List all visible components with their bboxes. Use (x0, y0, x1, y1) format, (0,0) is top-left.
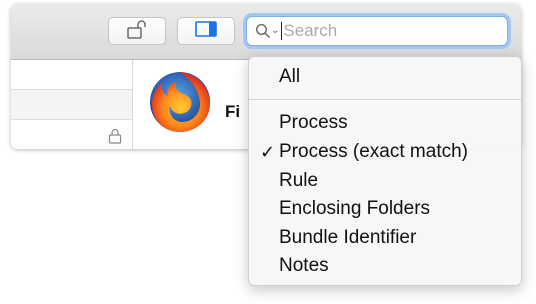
sidebar-list (11, 60, 133, 149)
menu-item-enclosing-folders[interactable]: Enclosing Folders (249, 195, 521, 223)
search-input[interactable] (283, 21, 484, 41)
sidebar-toggle-icon (194, 20, 218, 43)
search-filter-menu: All Process ✓ Process (exact match) Rule… (248, 56, 522, 286)
checkmark-icon: ✓ (260, 142, 276, 162)
lock-toggle-button[interactable] (108, 17, 166, 45)
list-item[interactable] (11, 120, 132, 149)
menu-item-label: Notes (279, 255, 329, 276)
search-icon[interactable] (255, 23, 271, 39)
search-field[interactable]: ⌄ (246, 16, 508, 46)
menu-separator (249, 99, 521, 100)
menu-item-label: Enclosing Folders (279, 198, 431, 219)
menu-item-rule[interactable]: Rule (249, 167, 521, 195)
text-caret (281, 22, 283, 40)
sidebar-toggle-button[interactable] (177, 17, 235, 45)
toolbar: ⌄ (11, 4, 521, 60)
menu-item-all[interactable]: All (249, 63, 521, 91)
firefox-logo (148, 70, 212, 134)
screenshot-stage: ⌄ Search Fi All Process ✓ Process (exact… (0, 0, 536, 304)
list-item[interactable] (11, 60, 132, 90)
menu-item-label: Process (279, 112, 348, 133)
unlocked-padlock-icon (125, 19, 149, 44)
list-item[interactable] (11, 90, 132, 120)
menu-item-notes[interactable]: Notes (249, 252, 521, 280)
lock-icon (108, 128, 122, 149)
menu-item-process-exact-match[interactable]: ✓ Process (exact match) (249, 138, 521, 166)
menu-item-label: All (279, 66, 301, 87)
menu-item-label: Rule (279, 170, 319, 191)
app-name: Fi (225, 102, 241, 121)
menu-item-label: Process (exact match) (279, 141, 468, 162)
chevron-down-icon[interactable]: ⌄ (271, 26, 279, 36)
menu-item-label: Bundle Identifier (279, 227, 417, 248)
menu-item-bundle-identifier[interactable]: Bundle Identifier (249, 224, 521, 252)
menu-item-process[interactable]: Process (249, 109, 521, 137)
